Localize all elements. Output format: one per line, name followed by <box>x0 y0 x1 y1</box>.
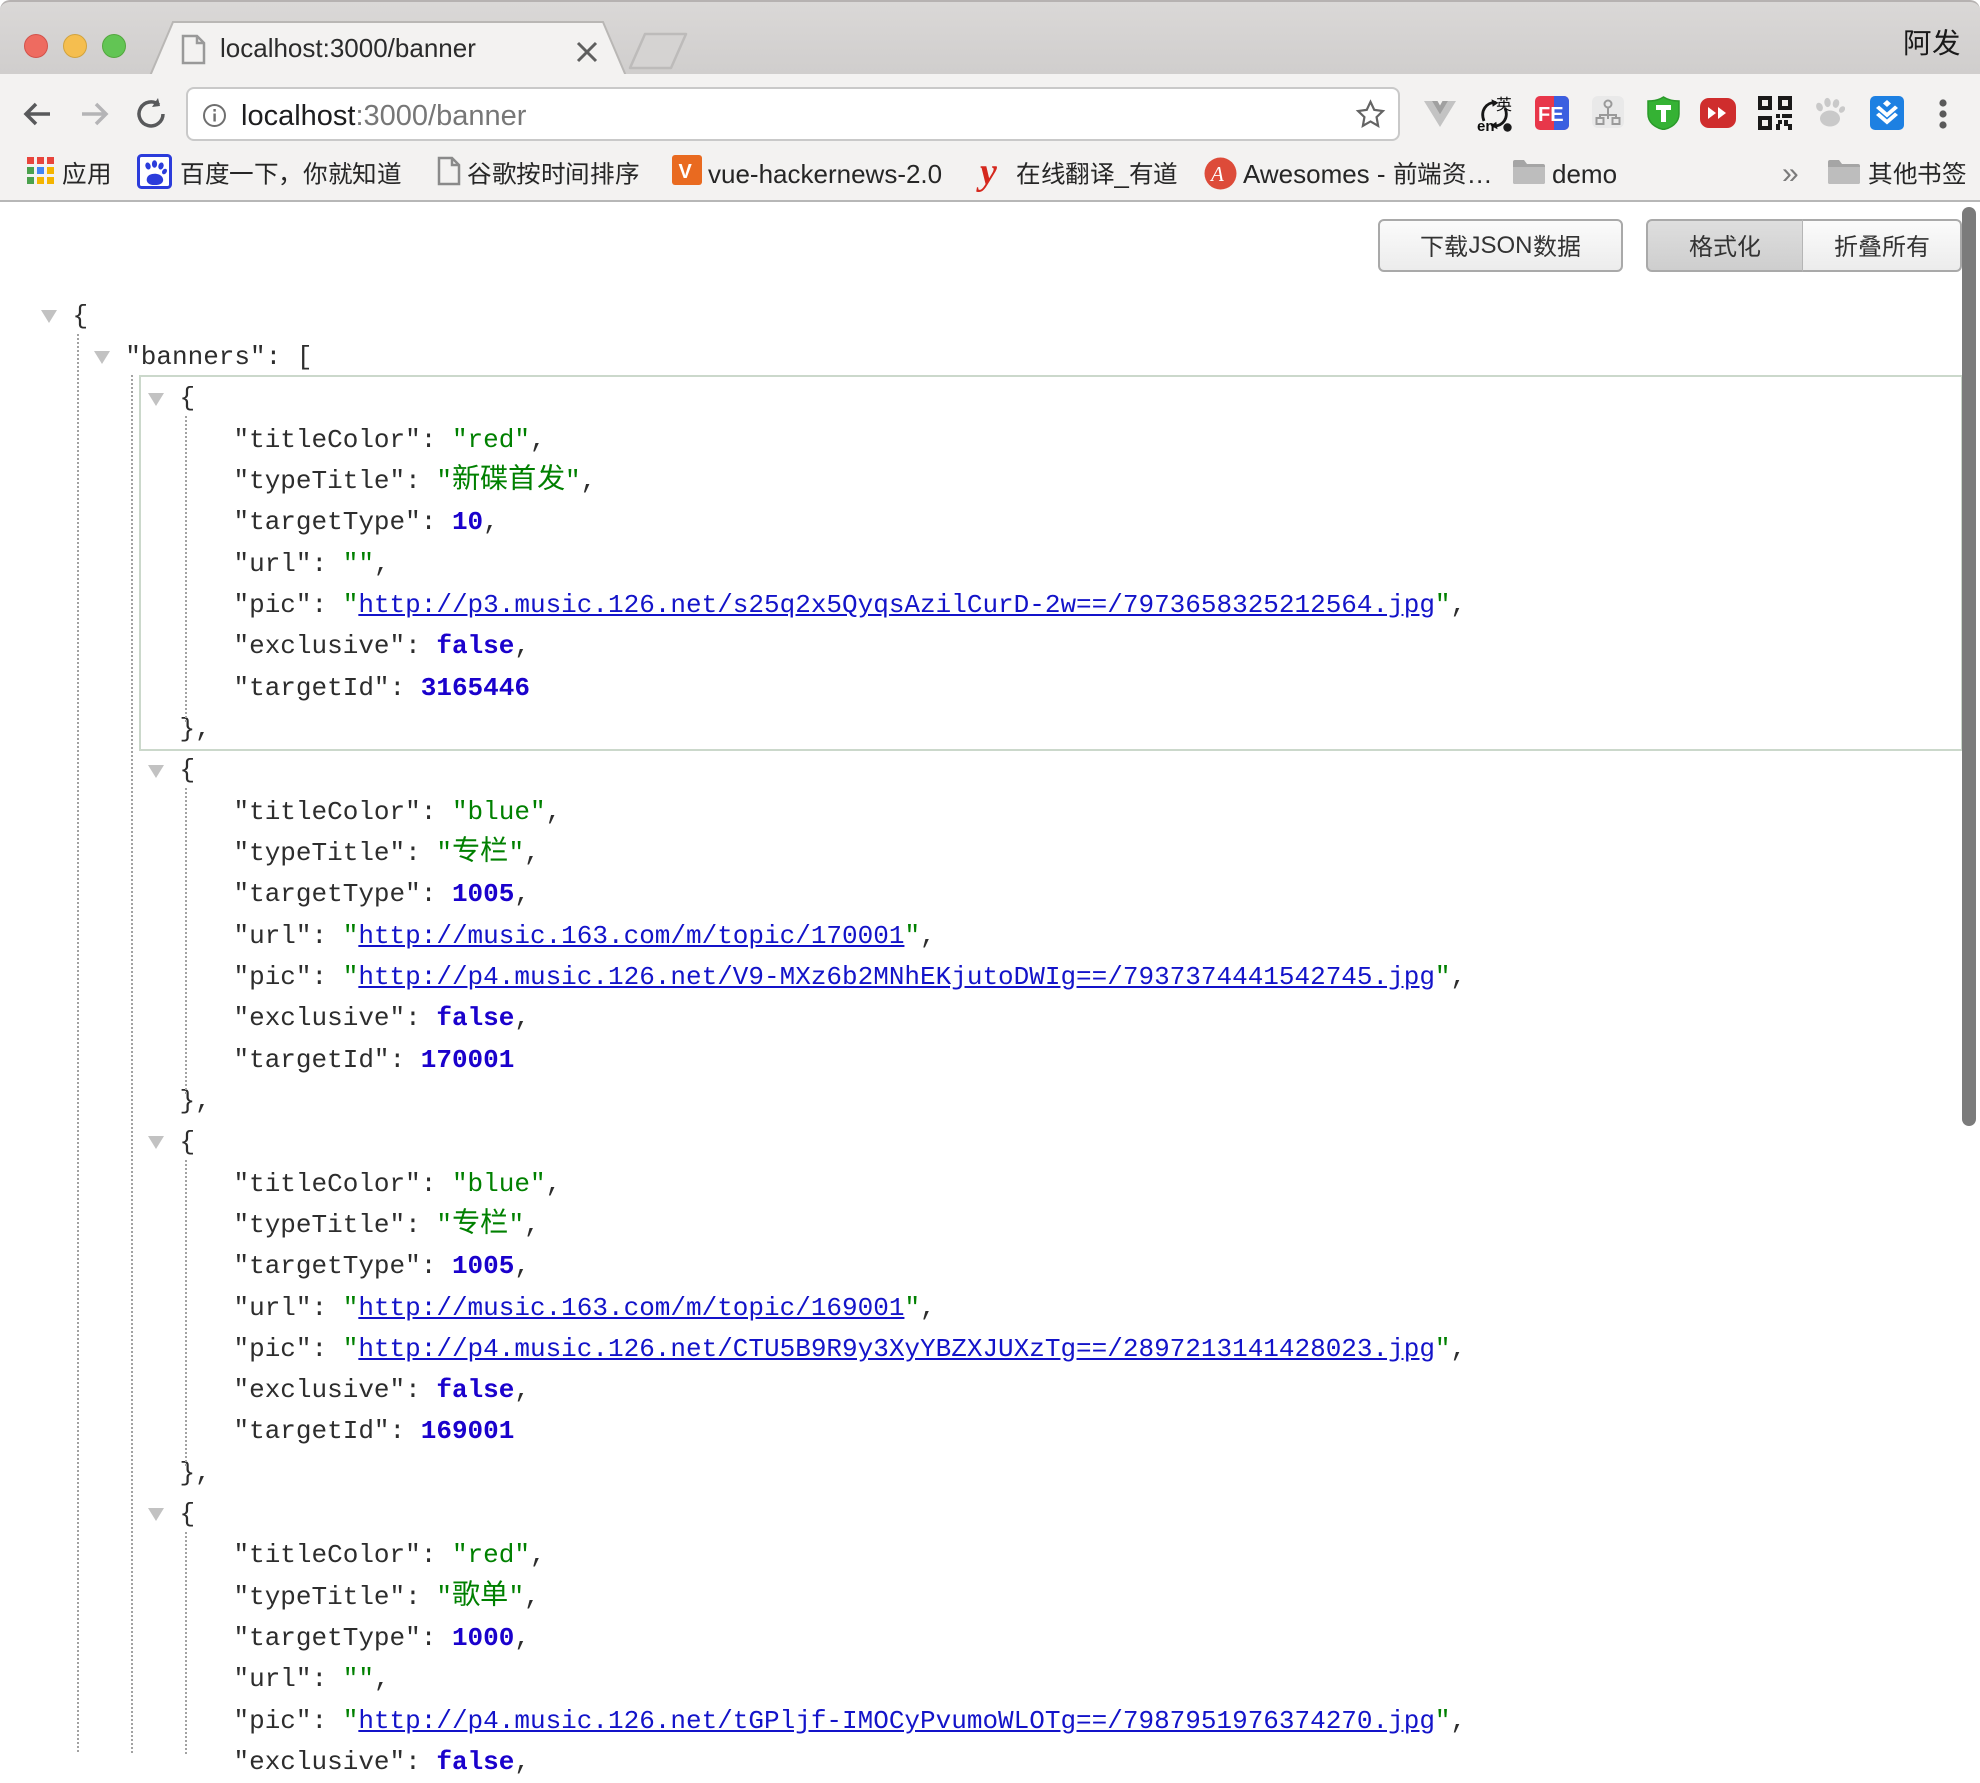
svg-text:en: en <box>1477 118 1495 132</box>
svg-text:FE: FE <box>1538 104 1564 126</box>
svg-text:A: A <box>1209 162 1224 186</box>
svg-text:V: V <box>679 161 693 183</box>
